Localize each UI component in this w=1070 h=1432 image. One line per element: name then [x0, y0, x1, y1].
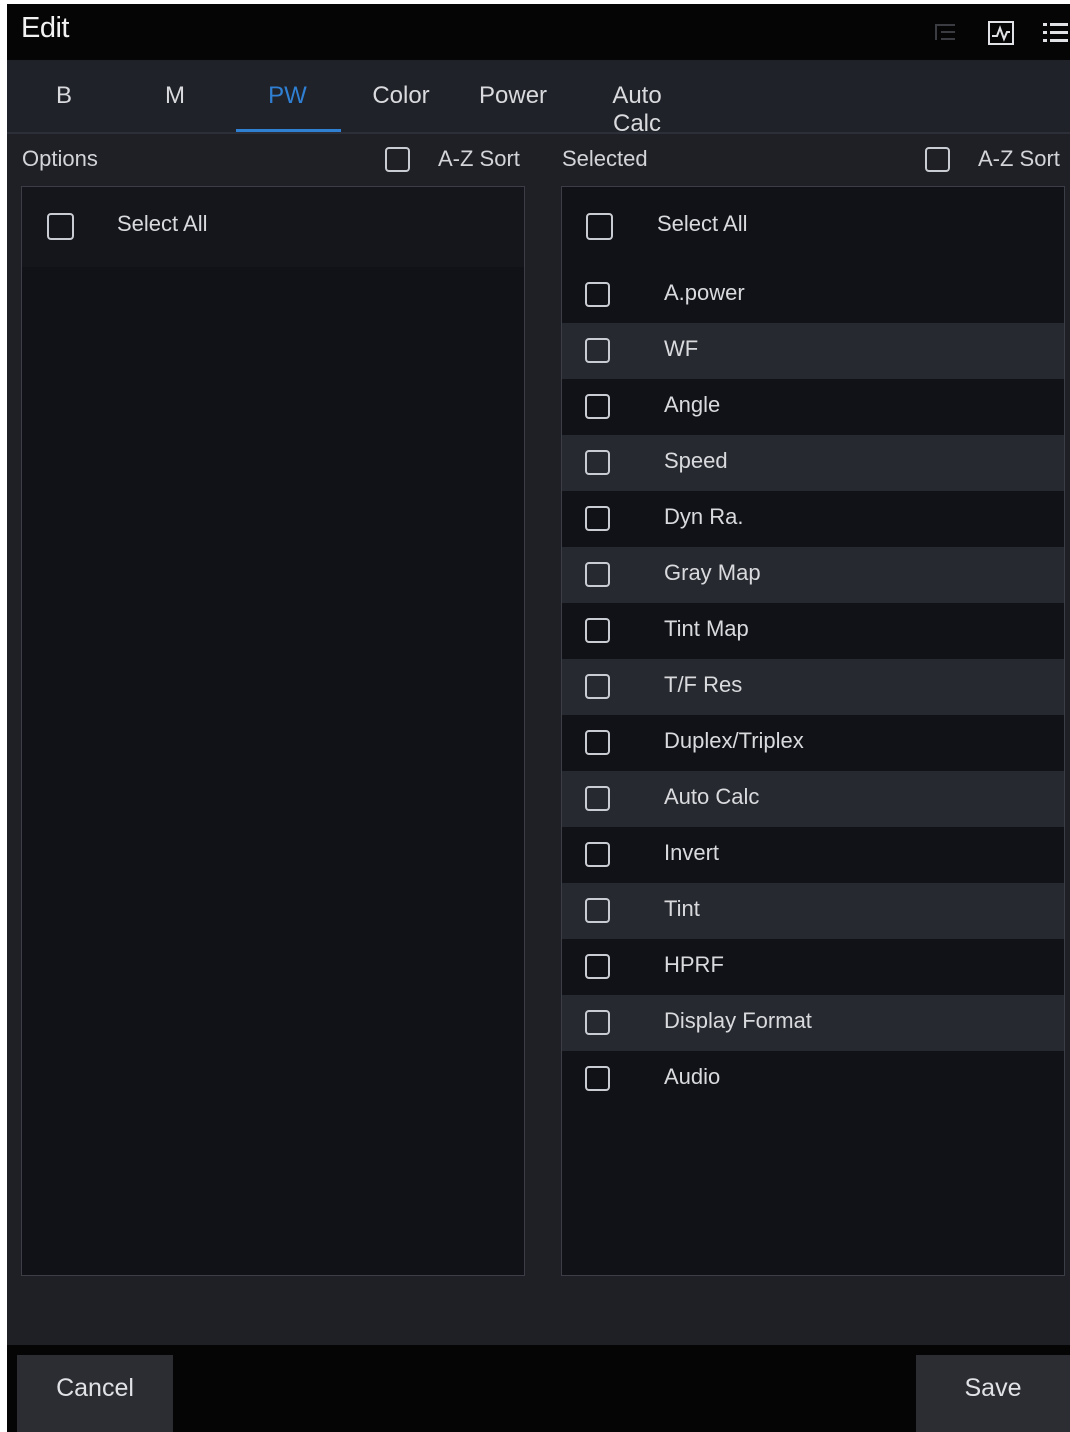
mode-tab-bar: B M PW Color Power Auto Calc — [7, 60, 1070, 137]
list-item[interactable]: Tint — [562, 883, 1064, 939]
item-label: Tint — [664, 896, 700, 921]
item-checkbox[interactable] — [585, 1010, 610, 1035]
item-label: Auto Calc — [664, 784, 760, 809]
list-item[interactable]: Angle — [562, 379, 1064, 435]
item-checkbox[interactable] — [585, 394, 610, 419]
list-item[interactable]: Auto Calc — [562, 771, 1064, 827]
item-checkbox[interactable] — [585, 338, 610, 363]
options-title: Options — [22, 146, 98, 171]
list-item[interactable]: Tint Map — [562, 603, 1064, 659]
item-checkbox[interactable] — [585, 786, 610, 811]
selected-select-all-checkbox[interactable] — [586, 213, 613, 240]
item-checkbox[interactable] — [585, 506, 610, 531]
list-item[interactable]: A.power — [562, 267, 1064, 323]
tab-color[interactable]: Color — [371, 82, 431, 110]
item-checkbox[interactable] — [585, 1066, 610, 1091]
list-item[interactable]: Gray Map — [562, 547, 1064, 603]
selected-list[interactable]: Select All A.power WF Angle Speed Dyn Ra… — [561, 186, 1065, 1276]
item-checkbox[interactable] — [585, 282, 610, 307]
item-label: Dyn Ra. — [664, 504, 744, 529]
item-label: Duplex/Triplex — [664, 728, 804, 753]
item-label: HPRF — [664, 952, 724, 977]
item-checkbox[interactable] — [585, 898, 610, 923]
list-item[interactable]: T/F Res — [562, 659, 1064, 715]
item-checkbox[interactable] — [585, 450, 610, 475]
item-label: A.power — [664, 280, 745, 305]
dialog-title: Edit — [21, 12, 69, 44]
options-select-all-row[interactable]: Select All — [22, 187, 524, 267]
tab-m[interactable]: M — [160, 82, 190, 110]
options-header: Options A-Z Sort — [7, 132, 537, 186]
waveform-icon[interactable] — [987, 20, 1015, 46]
item-label: T/F Res — [664, 672, 743, 697]
save-button[interactable]: Save — [916, 1355, 1070, 1432]
list-indent-icon[interactable] — [931, 20, 959, 46]
item-label: Audio — [664, 1064, 721, 1089]
item-label: Tint Map — [664, 616, 749, 641]
dialog-footer: Cancel Save — [7, 1345, 1070, 1432]
list-item[interactable]: WF — [562, 323, 1064, 379]
selected-select-all-row[interactable]: Select All — [562, 187, 1064, 267]
cancel-button[interactable]: Cancel — [17, 1355, 173, 1432]
item-label: Gray Map — [664, 560, 761, 585]
item-label: WF — [664, 336, 699, 361]
item-checkbox[interactable] — [585, 618, 610, 643]
options-az-sort-checkbox[interactable] — [385, 147, 410, 172]
options-select-all-checkbox[interactable] — [47, 213, 74, 240]
selected-az-sort-label: A-Z Sort — [978, 146, 1060, 171]
list-item[interactable]: Invert — [562, 827, 1064, 883]
menu-list-icon[interactable] — [1041, 20, 1069, 46]
tab-b[interactable]: B — [49, 82, 79, 110]
title-bar: Edit — [7, 4, 1070, 60]
selected-header: Selected A-Z Sort — [547, 132, 1070, 186]
item-checkbox[interactable] — [585, 730, 610, 755]
list-item[interactable]: Speed — [562, 435, 1064, 491]
list-item[interactable]: Duplex/Triplex — [562, 715, 1064, 771]
item-label: Display Format — [664, 1008, 812, 1033]
item-checkbox[interactable] — [585, 674, 610, 699]
options-select-all-label: Select All — [117, 211, 208, 236]
selected-title: Selected — [562, 146, 648, 171]
tab-pw[interactable]: PW — [265, 82, 310, 110]
item-checkbox[interactable] — [585, 562, 610, 587]
options-az-sort-label: A-Z Sort — [438, 146, 520, 171]
tab-auto-calc[interactable]: Auto Calc — [589, 82, 685, 138]
edit-dialog: Edit B M PW Color Power Auto Calc Option… — [7, 4, 1070, 1432]
item-label: Speed — [664, 448, 728, 473]
item-checkbox[interactable] — [585, 954, 610, 979]
tab-power[interactable]: Power — [479, 82, 547, 110]
list-item[interactable]: Display Format — [562, 995, 1064, 1051]
item-label: Invert — [664, 840, 720, 865]
list-item[interactable]: Audio — [562, 1051, 1064, 1107]
selected-select-all-label: Select All — [657, 211, 748, 236]
item-checkbox[interactable] — [585, 842, 610, 867]
selected-az-sort-checkbox[interactable] — [925, 147, 950, 172]
list-item[interactable]: Dyn Ra. — [562, 491, 1064, 547]
options-list[interactable]: Select All — [21, 186, 525, 1276]
item-label: Angle — [664, 392, 721, 417]
list-item[interactable]: HPRF — [562, 939, 1064, 995]
